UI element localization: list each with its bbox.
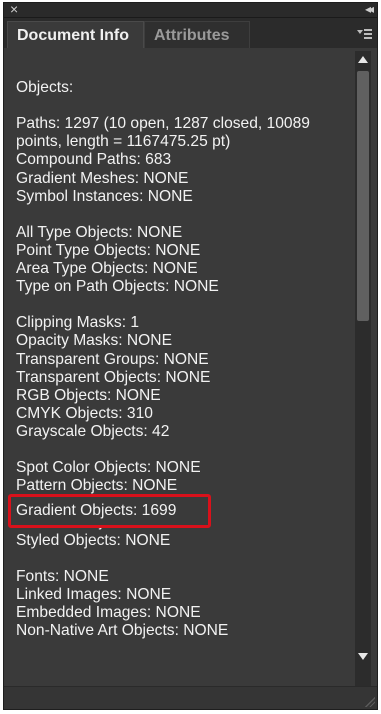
- menu-bar-1: [364, 29, 372, 31]
- info-line: Transparent Groups: NONE: [16, 350, 209, 368]
- info-line: Symbol Instances: NONE: [16, 187, 193, 205]
- menu-bar-2: [364, 33, 372, 35]
- info-line: Spot Color Objects: NONE: [16, 459, 201, 477]
- menu-bar-3: [364, 37, 372, 39]
- scroll-down-arrow-icon[interactable]: [358, 653, 368, 660]
- info-line: RGB Objects: NONE: [16, 386, 161, 404]
- info-line: Objects:: [16, 79, 74, 96]
- info-line: Clipping Masks: 1: [16, 314, 140, 332]
- info-line: Linked Images: NONE: [16, 585, 172, 603]
- vertical-scrollbar[interactable]: [355, 51, 371, 689]
- info-line: Transparent Objects: NONE: [16, 368, 211, 386]
- info-line: Point Type Objects: NONE: [16, 241, 201, 259]
- info-line: Styled Objects: NONE: [16, 531, 171, 549]
- info-line: Paths: 1297 (10 open, 1287 closed, 10089: [16, 115, 310, 133]
- info-line: Opacity Masks: NONE: [16, 332, 172, 350]
- menu-arrow-icon: [357, 30, 363, 34]
- info-line: Pattern Objects: NONE: [16, 477, 178, 495]
- info-line: Non-Native Art Objects: NONE: [16, 622, 229, 639]
- info-line: Fonts: NONE: [16, 567, 109, 585]
- info-content: Objects: Paths: 1297 (10 open, 1287 close…: [4, 48, 350, 688]
- panel-tabbar: Document Info Attributes: [4, 18, 377, 48]
- info-line: Compound Paths: 683: [16, 151, 172, 169]
- info-line: Type on Path Objects: NONE: [16, 278, 219, 296]
- info-line: Embedded Images: NONE: [16, 603, 201, 621]
- tab-attributes[interactable]: Attributes: [144, 21, 250, 48]
- info-line: Grayscale Objects: 42: [16, 422, 170, 440]
- info-line: points, length = 1167475.25 pt): [16, 133, 231, 151]
- scroll-thumb[interactable]: [357, 71, 369, 321]
- resize-grip-icon[interactable]: [365, 697, 375, 707]
- panel-titlebar: × ◂◂: [4, 3, 377, 18]
- close-icon[interactable]: ×: [10, 3, 18, 17]
- scroll-up-arrow-icon[interactable]: [358, 56, 368, 63]
- panel-bottombar: [4, 686, 377, 709]
- info-line: All Type Objects: NONE: [16, 223, 183, 241]
- highlighted-label: Gradient Objects: 1699: [16, 502, 177, 519]
- info-line: Area Type Objects: NONE: [16, 260, 198, 277]
- highlighted-gradient-objects: Gradient Objects: 1699: [8, 494, 211, 528]
- tab-document-info[interactable]: Document Info: [7, 21, 144, 48]
- collapse-panel-icon[interactable]: ◂◂: [365, 3, 374, 17]
- panel-menu-icon[interactable]: [357, 27, 372, 41]
- document-info-panel: × ◂◂ Document Info Attributes Objects: Pa…: [3, 2, 378, 710]
- info-line: Gradient Meshes: NONE: [16, 169, 189, 187]
- info-line: CMYK Objects: 310: [16, 404, 153, 422]
